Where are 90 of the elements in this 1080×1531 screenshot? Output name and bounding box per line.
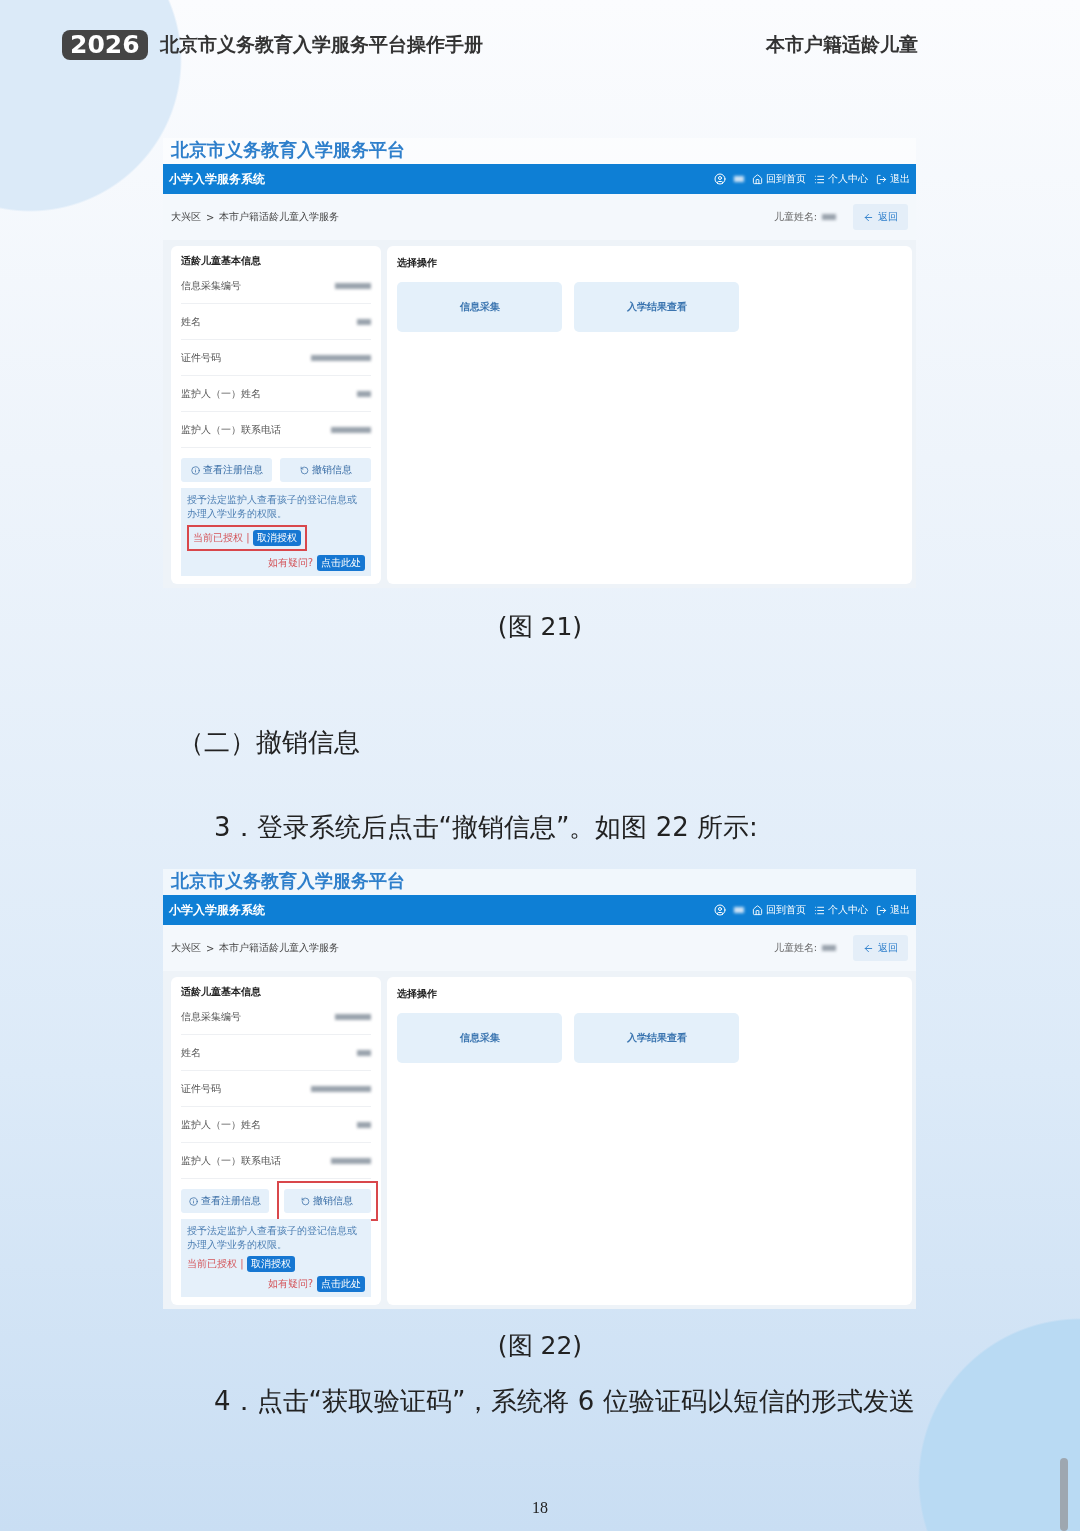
field-label: 证件号码 — [181, 1081, 221, 1096]
help-text: 如有疑问? — [267, 556, 313, 570]
info-icon — [190, 465, 200, 475]
cancel-auth-button[interactable]: 取消授权 — [246, 1256, 295, 1272]
revoke-button[interactable]: 撤销信息 — [280, 458, 371, 482]
nav-link[interactable]: 退出 — [876, 903, 910, 917]
action-button[interactable]: 信息采集 — [397, 1013, 562, 1063]
help-text: 如有疑问? — [267, 1277, 313, 1291]
redacted-value — [822, 945, 836, 951]
redacted-value — [335, 1013, 371, 1020]
redacted-value — [357, 390, 371, 397]
child-name-label: 儿童姓名: — [773, 210, 817, 224]
field-label: 监护人（一）联系电话 — [181, 1153, 281, 1168]
redacted-value — [822, 214, 836, 220]
redacted-value — [357, 318, 371, 325]
redacted-value — [335, 282, 371, 289]
field-label: 姓名 — [181, 1045, 201, 1060]
panel-title: 选择操作 — [397, 256, 438, 270]
redacted-value — [734, 176, 744, 182]
field-label: 监护人（一）姓名 — [181, 386, 261, 401]
help-link-button[interactable]: 点击此处 — [317, 1276, 365, 1292]
action-button[interactable]: 入学结果查看 — [574, 282, 739, 332]
nav-link[interactable]: 退出 — [876, 172, 910, 186]
system-title: 小学入学服务系统 — [169, 170, 265, 188]
breadcrumb-item: 大兴区 — [171, 941, 201, 955]
step-text: 4．点击“获取验证码”，系统将 6 位验证码以短信的形式发送 — [214, 1385, 916, 1418]
list-icon — [814, 904, 825, 916]
step-text: 3．登录系统后点击“撤销信息”。如图 22 所示: — [214, 811, 759, 844]
scrollbar-thumb[interactable] — [1060, 1458, 1068, 1531]
action-button[interactable]: 入学结果查看 — [574, 1013, 739, 1063]
nav-link[interactable]: 回到首页 — [752, 172, 806, 186]
child-name-label: 儿童姓名: — [773, 941, 817, 955]
notice-text: 授予法定监护人查看孩子的登记信息或办理入学业务的权限。 — [187, 1224, 358, 1252]
redacted-value — [331, 426, 371, 433]
undo-icon — [301, 1196, 311, 1206]
info-icon — [188, 1196, 198, 1206]
redacted-value — [311, 1085, 371, 1092]
list-icon — [814, 173, 825, 185]
logout-icon — [876, 173, 887, 185]
action-button[interactable]: 信息采集 — [397, 282, 562, 332]
auth-status: 当前已授权 | — [187, 1257, 244, 1271]
logout-icon — [876, 904, 887, 916]
panel-title: 适龄儿童基本信息 — [181, 254, 262, 268]
user-icon — [714, 904, 726, 916]
back-button[interactable]: 返回 — [853, 935, 908, 961]
page-number: 18 — [531, 1499, 549, 1517]
figure-caption: (图 21) — [496, 611, 584, 643]
panel-title: 选择操作 — [397, 987, 438, 1001]
redacted-value — [734, 907, 744, 913]
revoke-button[interactable]: 撤销信息 — [283, 1189, 371, 1213]
undo-icon — [299, 465, 309, 475]
redacted-value — [331, 1157, 371, 1164]
view-info-button[interactable]: 查看注册信息 — [181, 458, 272, 482]
document-title: 北京市义务教育入学服务平台操作手册 — [159, 32, 483, 57]
year-badge: 2026 — [62, 30, 148, 60]
breadcrumb-item: > — [206, 942, 215, 954]
field-label: 监护人（一）姓名 — [181, 1117, 261, 1132]
user-icon — [714, 173, 726, 185]
platform-title: 北京市义务教育入学服务平台 — [163, 869, 916, 895]
home-icon — [752, 904, 763, 916]
platform-title: 北京市义务教育入学服务平台 — [163, 138, 916, 164]
section-heading: （二）撤销信息 — [178, 726, 361, 759]
section-title: 本市户籍适龄儿童 — [766, 32, 918, 57]
figure-caption: (图 22) — [496, 1330, 584, 1362]
view-info-button[interactable]: 查看注册信息 — [181, 1189, 269, 1213]
field-label: 信息采集编号 — [181, 1009, 241, 1024]
field-label: 证件号码 — [181, 350, 221, 365]
field-label: 姓名 — [181, 314, 201, 329]
arrow-left-icon — [863, 211, 874, 223]
field-label: 监护人（一）联系电话 — [181, 422, 281, 437]
panel-title: 适龄儿童基本信息 — [181, 985, 262, 999]
breadcrumb-item: 本市户籍适龄儿童入学服务 — [219, 210, 340, 224]
nav-link[interactable]: 回到首页 — [752, 903, 806, 917]
cancel-auth-button[interactable]: 取消授权 — [252, 530, 301, 546]
breadcrumb-item: 本市户籍适龄儿童入学服务 — [219, 941, 340, 955]
notice-text: 授予法定监护人查看孩子的登记信息或办理入学业务的权限。 — [187, 493, 358, 521]
redacted-value — [357, 1049, 371, 1056]
redacted-value — [311, 354, 371, 361]
field-label: 信息采集编号 — [181, 278, 241, 293]
auth-status: 当前已授权 | — [193, 531, 250, 545]
nav-link[interactable]: 个人中心 — [814, 903, 868, 917]
redacted-value — [357, 1121, 371, 1128]
breadcrumb-item: 大兴区 — [171, 210, 201, 224]
back-button[interactable]: 返回 — [853, 204, 908, 230]
system-title: 小学入学服务系统 — [169, 901, 265, 919]
help-link-button[interactable]: 点击此处 — [317, 555, 365, 571]
nav-link[interactable]: 个人中心 — [814, 172, 868, 186]
home-icon — [752, 173, 763, 185]
arrow-left-icon — [863, 942, 874, 954]
breadcrumb-item: > — [206, 211, 215, 223]
